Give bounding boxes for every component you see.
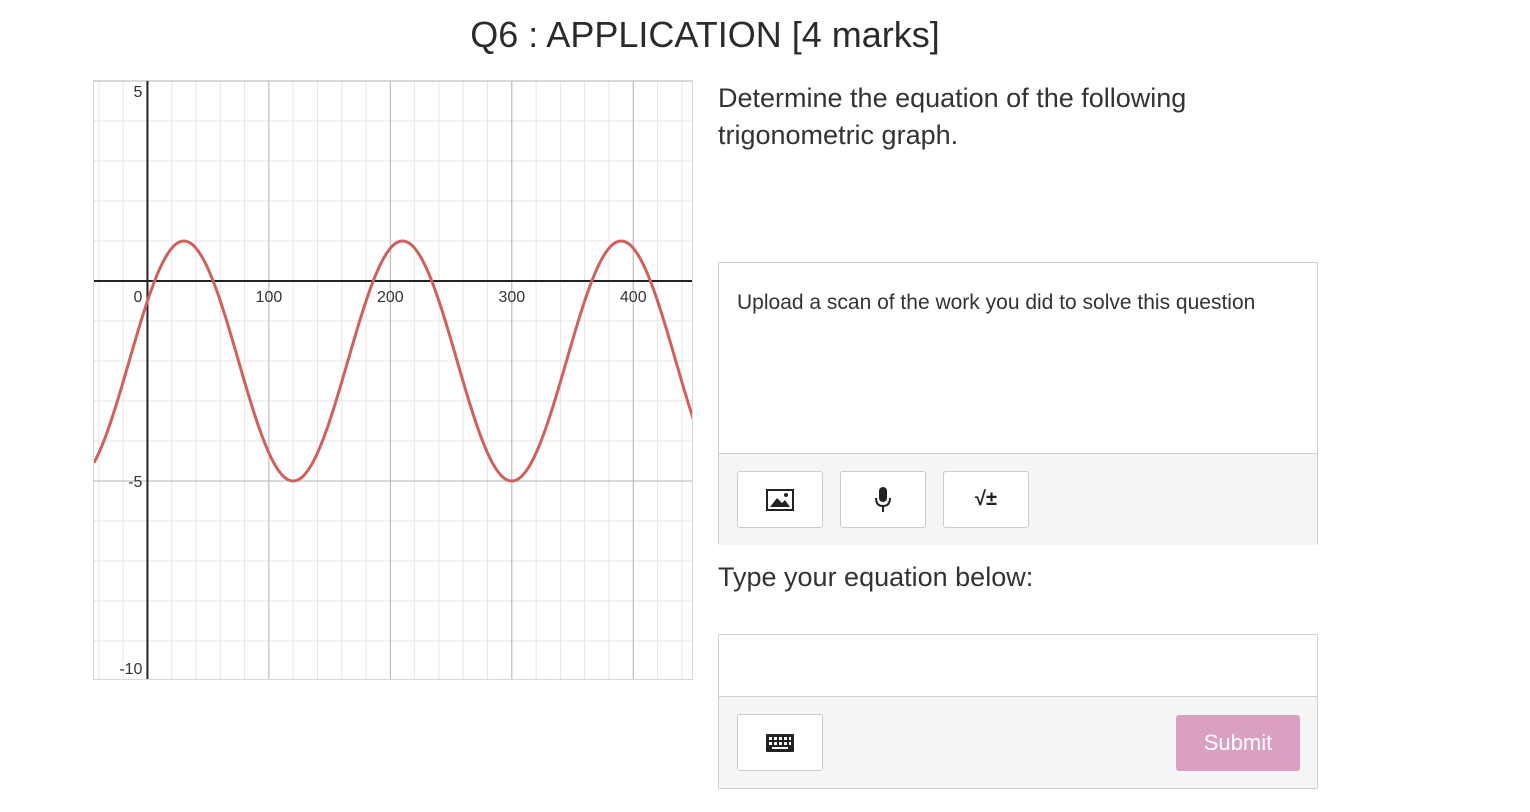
question-prompt: Determine the equation of the following …: [718, 83, 1187, 150]
image-icon: [766, 488, 794, 511]
upload-instructions: Upload a scan of the work you did to sol…: [737, 291, 1256, 314]
keyboard-icon: [766, 733, 794, 752]
submit-button[interactable]: Submit: [1176, 715, 1300, 771]
equation-input[interactable]: [719, 635, 1317, 696]
math-symbols-icon: √±: [975, 488, 997, 510]
y-tick-label: -10: [119, 661, 142, 678]
equation-label: Type your equation below:: [718, 562, 1034, 592]
math-keyboard-button[interactable]: [737, 714, 823, 771]
trig-graph: 0 100 200 300 400 5 -5 -10: [93, 80, 693, 680]
y-tick-label: -5: [128, 474, 142, 491]
upload-image-button[interactable]: [737, 471, 823, 528]
question-title: Q6 : APPLICATION [4 marks]: [470, 14, 940, 55]
upload-work-card: Upload a scan of the work you did to sol…: [718, 262, 1318, 545]
x-tick-label: 400: [620, 289, 647, 306]
y-tick-label: 5: [134, 84, 143, 101]
trig-graph-svg: 0 100 200 300 400 5 -5 -10: [94, 81, 692, 679]
x-tick-label: 100: [256, 289, 283, 306]
upload-toolbar: √±: [719, 453, 1317, 545]
record-audio-button[interactable]: [840, 471, 926, 528]
x-tick-label: 300: [498, 289, 525, 306]
microphone-icon: [875, 486, 891, 512]
math-symbols-button[interactable]: √±: [943, 471, 1029, 528]
equation-toolbar: Submit: [719, 696, 1317, 788]
x-tick-label: 0: [134, 289, 143, 306]
equation-answer-card: Submit: [718, 634, 1318, 789]
x-tick-label: 200: [377, 289, 404, 306]
